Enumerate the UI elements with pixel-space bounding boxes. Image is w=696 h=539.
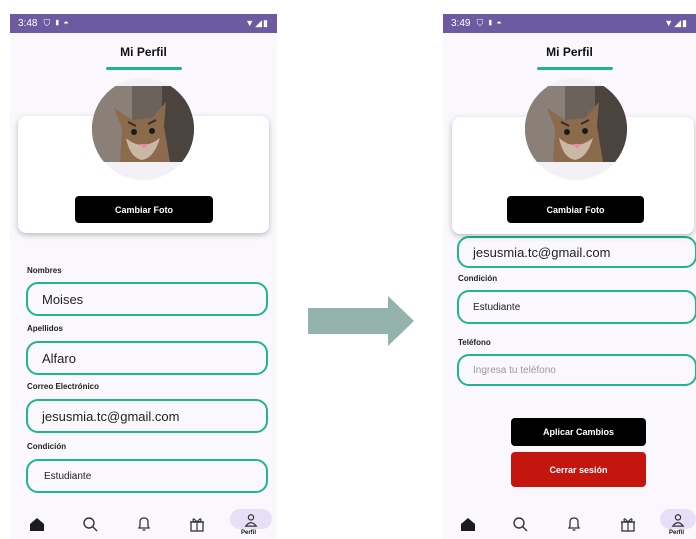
- nav-profile-label: Perfil: [241, 530, 257, 536]
- bell-icon: [137, 517, 151, 531]
- profile-icon: [671, 514, 685, 527]
- nav-search[interactable]: [77, 511, 103, 537]
- nav-home[interactable]: [455, 511, 481, 537]
- status-bar: 3:48 ⛉▮◓ ▼◢▮: [10, 14, 277, 33]
- nav-search[interactable]: [507, 511, 533, 537]
- field-label-correo: Correo Electrónico: [27, 382, 100, 391]
- phone-field[interactable]: Ingresa tu teléfono: [457, 354, 696, 386]
- field-label-nombres: Nombres: [27, 266, 62, 275]
- avatar[interactable]: [525, 78, 627, 180]
- transition-arrow: [308, 296, 414, 351]
- search-icon: [513, 517, 528, 532]
- apellidos-field[interactable]: Alfaro: [26, 341, 268, 375]
- change-photo-button[interactable]: Cambiar Foto: [507, 196, 644, 223]
- status-bar: 3:49 ⛉▮◓ ▼◢▮: [443, 14, 696, 33]
- field-label-telefono: Teléfono: [458, 338, 491, 347]
- change-photo-button[interactable]: Cambiar Foto: [75, 196, 213, 223]
- gift-icon: [621, 518, 635, 532]
- notification-icons: ⛉▮◓: [43, 18, 72, 28]
- nombres-field[interactable]: Moises: [26, 282, 268, 316]
- bottom-nav: Perfil: [10, 509, 277, 539]
- home-icon: [30, 518, 44, 531]
- bell-icon: [567, 517, 581, 531]
- email-field-partial[interactable]: jesusmia.tc@gmail.com: [457, 236, 696, 268]
- cat-photo: [92, 86, 194, 162]
- nav-notifications[interactable]: [131, 511, 157, 537]
- right-arrow-icon: [308, 296, 414, 346]
- profile-icon: [244, 514, 258, 527]
- avatar[interactable]: [92, 78, 194, 180]
- nav-gifts[interactable]: [184, 511, 210, 537]
- condition-field[interactable]: Estudiante: [26, 459, 268, 493]
- phone-placeholder: Ingresa tu teléfono: [473, 364, 556, 376]
- gift-icon: [190, 518, 204, 532]
- field-label-condicion: Condición: [27, 442, 67, 451]
- notification-icons: ⛉▮◓: [476, 18, 505, 28]
- page-title: Mi Perfil: [120, 45, 167, 59]
- nav-profile-label: Perfil: [669, 530, 685, 536]
- nav-gifts[interactable]: [615, 511, 641, 537]
- bottom-nav: Perfil: [443, 509, 696, 539]
- page-title: Mi Perfil: [546, 45, 593, 59]
- status-time: 3:49: [451, 18, 471, 29]
- title-underline: [106, 67, 182, 70]
- apply-changes-button[interactable]: Aplicar Cambios: [511, 418, 646, 446]
- signal-battery-icon: ▼◢▮: [245, 18, 269, 28]
- search-icon: [83, 517, 98, 532]
- cat-photo: [525, 86, 627, 162]
- field-label-apellidos: Apellidos: [27, 324, 64, 333]
- logout-button[interactable]: Cerrar sesión: [511, 452, 646, 487]
- nav-home[interactable]: [24, 511, 50, 537]
- status-time: 3:48: [18, 18, 38, 29]
- nav-notifications[interactable]: [561, 511, 587, 537]
- email-field[interactable]: jesusmia.tc@gmail.com: [26, 399, 268, 433]
- condition-field[interactable]: Estudiante: [457, 290, 696, 324]
- profile-screen-before: 3:48 ⛉▮◓ ▼◢▮ Mi Perfil Cambiar Foto Nomb…: [10, 14, 277, 539]
- title-underline: [537, 67, 613, 70]
- field-label-condicion: Condición: [458, 274, 498, 283]
- home-icon: [461, 518, 475, 531]
- signal-battery-icon: ▼◢▮: [664, 18, 688, 28]
- profile-screen-after: 3:49 ⛉▮◓ ▼◢▮ Mi Perfil jesusmia.tc@gmail…: [443, 14, 696, 539]
